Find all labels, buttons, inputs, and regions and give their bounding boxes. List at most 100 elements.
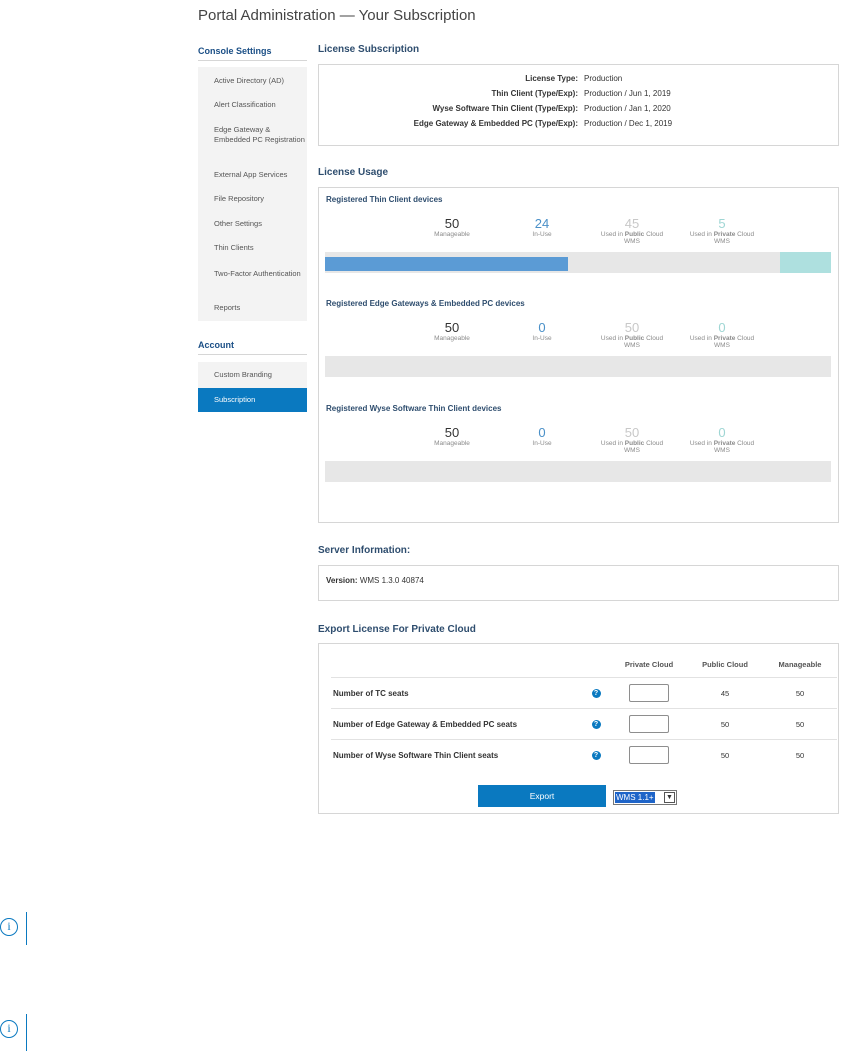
- usage-stat-value: 5: [718, 216, 726, 231]
- license-row-value: Production: [584, 74, 623, 83]
- sidebar-item-reports[interactable]: Reports: [198, 303, 307, 313]
- usage-stat-manageable: 50 Manageable: [407, 425, 497, 448]
- license-row-value: Production / Dec 1, 2019: [584, 119, 673, 128]
- usage-label-bold: Private: [713, 231, 736, 238]
- usage-label-pre: Used in: [689, 335, 714, 342]
- sidebar-item-two-factor-authentication[interactable]: Two-Factor Authentication: [198, 269, 307, 279]
- help-icon[interactable]: ?: [591, 689, 601, 698]
- server-information-panel: Version: WMS 1.3.0 40874: [318, 565, 839, 601]
- license-row-value: Production / Jun 1, 2019: [584, 89, 671, 98]
- console-settings-heading: Console Settings: [198, 46, 272, 56]
- usage-stat-value: 0: [538, 320, 546, 335]
- edge-gateway-seats-input[interactable]: [629, 715, 669, 733]
- license-row-label: Wyse Software Thin Client (Type/Exp):: [432, 104, 579, 113]
- license-row-value: Production / Jan 1, 2020: [584, 104, 671, 113]
- license-row-label: Edge Gateway & Embedded PC (Type/Exp):: [413, 119, 578, 128]
- sidebar-item-external-app-services[interactable]: External App Services: [198, 170, 307, 180]
- usage-label-pre: Used in: [689, 440, 714, 447]
- usage-stat-value: 0: [718, 320, 726, 335]
- usage-label-wms: WMS: [714, 447, 730, 454]
- public-cloud-value: 50: [687, 708, 763, 740]
- version-label: Version:: [326, 576, 358, 585]
- usage-stat-value: 45: [624, 216, 640, 231]
- usage-label-post: Cloud: [735, 335, 755, 342]
- usage-stat-label: Manageable: [434, 231, 470, 238]
- table-header-manageable: Manageable: [763, 651, 837, 678]
- row-label: Number of TC seats: [331, 677, 581, 709]
- divider: [198, 60, 307, 61]
- usage-label-bold: Public: [624, 231, 645, 238]
- table-header-public-cloud: Public Cloud: [687, 651, 763, 678]
- table-header-private-cloud: Private Cloud: [611, 651, 687, 678]
- usage-stat-label: In-Use: [532, 231, 552, 238]
- sidebar-item-alert-classification[interactable]: Alert Classification: [198, 100, 307, 110]
- info-icon: i: [0, 1020, 18, 1038]
- usage-group-title: Registered Thin Client devices: [326, 195, 443, 204]
- usage-stat-label: In-Use: [532, 440, 552, 447]
- tc-seats-input[interactable]: [629, 684, 669, 702]
- usage-group-title: Registered Wyse Software Thin Client dev…: [326, 404, 502, 413]
- info-icon: i: [0, 918, 18, 936]
- usage-label-pre: Used in: [600, 335, 625, 342]
- usage-stat-value: 24: [534, 216, 550, 231]
- usage-stat-label: Manageable: [434, 335, 470, 342]
- usage-label-post: Cloud: [735, 231, 755, 238]
- usage-label-wms: WMS: [624, 342, 640, 349]
- export-license-panel: Private Cloud Public Cloud Manageable Nu…: [318, 643, 839, 814]
- divider: [26, 1014, 27, 1051]
- usage-label-pre: Used in: [600, 231, 625, 238]
- usage-in-use-fill: [325, 257, 568, 271]
- usage-stat-label: Manageable: [434, 440, 470, 447]
- version-line: Version: WMS 1.3.0 40874: [326, 576, 424, 585]
- usage-label-pre: Used in: [600, 440, 625, 447]
- help-icon[interactable]: ?: [591, 751, 601, 760]
- wyse-software-seats-input[interactable]: [629, 746, 669, 764]
- version-select[interactable]: WMS 1.1+ ▼: [613, 790, 677, 805]
- usage-stat-manageable: 50 Manageable: [407, 320, 497, 343]
- row-label: Number of Edge Gateway & Embedded PC sea…: [331, 708, 581, 740]
- usage-stat-label: In-Use: [532, 335, 552, 342]
- manageable-value: 50: [763, 708, 837, 740]
- usage-private-fill: [780, 252, 831, 273]
- usage-stat-value: 50: [624, 425, 640, 440]
- divider: [26, 912, 27, 945]
- usage-group-title: Registered Edge Gateways & Embedded PC d…: [326, 299, 525, 308]
- usage-progress-bar: [325, 356, 831, 377]
- chevron-down-icon[interactable]: ▼: [664, 792, 675, 803]
- usage-stat-label: Used in Private Cloud WMS: [677, 440, 767, 454]
- sidebar-item-file-repository[interactable]: File Repository: [198, 194, 307, 204]
- usage-label-wms: WMS: [624, 447, 640, 454]
- usage-stat-in-use: 0 In-Use: [497, 320, 587, 343]
- table-row: Number of Wyse Software Thin Client seat…: [331, 739, 837, 770]
- sidebar-item-other-settings[interactable]: Other Settings: [198, 219, 307, 229]
- manageable-value: 50: [763, 677, 837, 709]
- row-label: Number of Wyse Software Thin Client seat…: [331, 739, 581, 770]
- sidebar-item-thin-clients[interactable]: Thin Clients: [198, 243, 307, 253]
- usage-stat-value: 50: [444, 216, 460, 231]
- usage-label-wms: WMS: [714, 238, 730, 245]
- usage-label-bold: Public: [624, 440, 645, 447]
- manageable-value: 50: [763, 739, 837, 770]
- account-heading: Account: [198, 340, 234, 350]
- license-subscription-title: License Subscription: [318, 44, 420, 55]
- sidebar-item-edge-gateway-registration[interactable]: Edge Gateway & Embedded PC Registration: [198, 125, 307, 145]
- usage-label-wms: WMS: [714, 342, 730, 349]
- usage-stat-label: Used in Public Cloud WMS: [587, 231, 677, 245]
- usage-stat-in-use: 0 In-Use: [497, 426, 587, 448]
- usage-progress-bar: [325, 252, 831, 273]
- help-icon[interactable]: ?: [591, 720, 601, 729]
- table-header-blank: [331, 651, 581, 678]
- usage-stat-label: Used in Public Cloud WMS: [587, 440, 677, 454]
- sidebar-item-custom-branding[interactable]: Custom Branding: [198, 370, 307, 380]
- usage-stat-value: 50: [444, 320, 460, 335]
- usage-stat-public: 45 Used in Public Cloud WMS: [587, 216, 677, 246]
- license-row-label: Thin Client (Type/Exp):: [491, 89, 578, 98]
- sidebar-item-active-directory[interactable]: Active Directory (AD): [198, 76, 307, 86]
- export-button[interactable]: Export: [478, 785, 606, 807]
- usage-stat-label: Used in Private Cloud WMS: [677, 231, 767, 245]
- usage-stat-private: 0 Used in Private Cloud WMS: [677, 320, 767, 350]
- usage-stat-value: 50: [444, 425, 460, 440]
- sidebar-item-subscription[interactable]: Subscription: [198, 395, 307, 405]
- license-usage-title: License Usage: [318, 167, 389, 178]
- public-cloud-value: 45: [687, 677, 763, 709]
